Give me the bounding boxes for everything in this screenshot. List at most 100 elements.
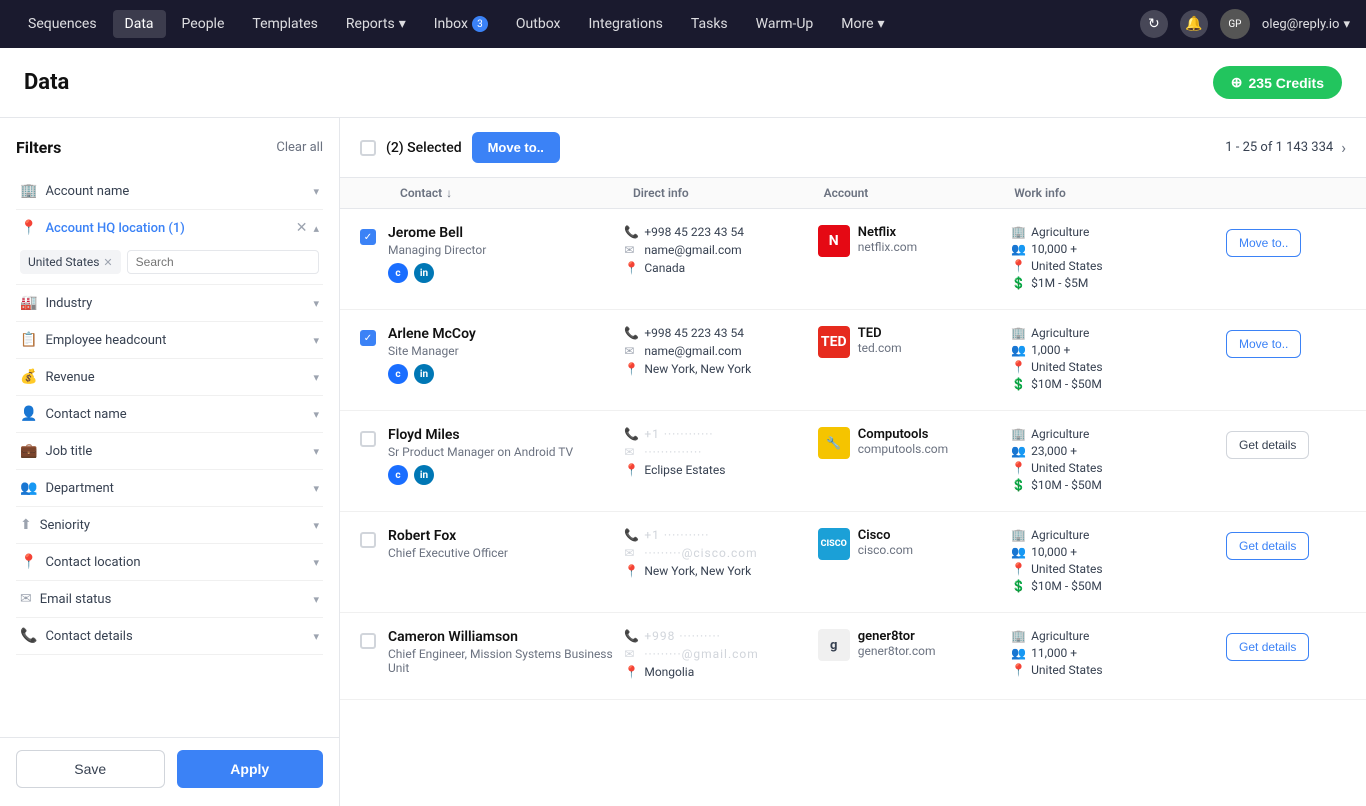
notifications-icon[interactable]: 🔔: [1180, 10, 1208, 38]
credits-button[interactable]: ⊕ 235 Credits: [1213, 66, 1342, 99]
nav-tasks[interactable]: Tasks: [679, 10, 740, 38]
clear-all-button[interactable]: Clear all: [276, 140, 323, 155]
company-logo: TED: [818, 326, 850, 358]
filter-account-name-header[interactable]: 🏢 Account name ▾: [16, 173, 323, 209]
filter-contact-name-header[interactable]: 👤 Contact name ▾: [16, 396, 323, 432]
linkedin-icon[interactable]: in: [414, 263, 434, 283]
direct-info: 📞 +1 ··········· ✉ ·········@cisco.com 📍…: [624, 528, 817, 582]
location-icon: 📍: [1011, 562, 1025, 576]
save-button[interactable]: Save: [16, 750, 165, 788]
get-details-button[interactable]: Get details: [1226, 431, 1309, 459]
filter-seniority: ⬆ Seniority ▾: [16, 507, 323, 544]
nav-inbox[interactable]: Inbox 3: [422, 10, 500, 38]
get-details-button[interactable]: Get details: [1226, 633, 1309, 661]
email-icon: ✉: [624, 546, 638, 560]
industry-icon: 🏢: [1011, 528, 1025, 542]
apply-button[interactable]: Apply: [177, 750, 324, 788]
filter-hq-location-header[interactable]: 📍 Account HQ location (1) ✕ ▴: [16, 210, 323, 246]
linkedin-icon[interactable]: in: [414, 364, 434, 384]
crunchbase-icon[interactable]: c: [388, 364, 408, 384]
seniority-icon: ⬆: [20, 517, 32, 533]
person-icon: 👤: [20, 406, 37, 422]
filter-job-title: 💼 Job title ▾: [16, 433, 323, 470]
headcount-icon: 📋: [20, 332, 37, 348]
filter-industry: 🏭 Industry ▾: [16, 285, 323, 322]
contact-name: Arlene McCoy: [388, 326, 624, 342]
chevron-up-icon: ▴: [313, 222, 319, 235]
filter-tags: United States ✕: [16, 246, 323, 284]
sidebar-footer: Save Apply: [0, 737, 340, 800]
filter-job-title-header[interactable]: 💼 Job title ▾: [16, 433, 323, 469]
contact-title: Site Manager: [388, 344, 624, 358]
filter-headcount-header[interactable]: 📋 Employee headcount ▾: [16, 322, 323, 358]
linkedin-icon[interactable]: in: [414, 465, 434, 485]
filter-revenue-header[interactable]: 💰 Revenue ▾: [16, 359, 323, 395]
sort-icon[interactable]: ↓: [446, 186, 452, 200]
filter-revenue: 💰 Revenue ▾: [16, 359, 323, 396]
company-logo: 🔧: [818, 427, 850, 459]
phone-icon: 📞: [624, 629, 638, 643]
filter-contact-details-header[interactable]: 📞 Contact details ▾: [16, 618, 323, 654]
nav-sequences[interactable]: Sequences: [16, 10, 109, 38]
row-checkbox-4[interactable]: [360, 532, 376, 548]
filter-contact-location-header[interactable]: 📍 Contact location ▾: [16, 544, 323, 580]
work-col: 🏢 Agriculture 👥 1,000 + 📍 United States …: [1011, 326, 1226, 394]
avatar[interactable]: GP: [1220, 9, 1250, 39]
row-checkbox-2[interactable]: ✓: [360, 330, 376, 346]
filter-email-status-header[interactable]: ✉ Email status ▾: [16, 581, 323, 617]
tag-remove-icon[interactable]: ✕: [103, 256, 112, 269]
nav-integrations[interactable]: Integrations: [576, 10, 674, 38]
row-move-to-button[interactable]: Move to..: [1226, 229, 1301, 257]
building-icon: 🏢: [20, 183, 37, 199]
email-icon: ✉: [624, 344, 638, 358]
nav-data[interactable]: Data: [113, 10, 166, 38]
revenue-icon: 💲: [1011, 579, 1025, 593]
filter-industry-header[interactable]: 🏭 Industry ▾: [16, 285, 323, 321]
table-row: ✓ Arlene McCoy Site Manager c in 📞 +998 …: [340, 310, 1366, 411]
company-domain: gener8tor.com: [858, 644, 936, 658]
contact-name: Cameron Williamson: [388, 629, 624, 645]
move-to-button[interactable]: Move to..: [472, 132, 560, 163]
revenue-icon: 💲: [1011, 478, 1025, 492]
location-icon: 📍: [624, 564, 638, 578]
headcount-icon: 👥: [1011, 343, 1025, 357]
filter-department-header[interactable]: 👥 Department ▾: [16, 470, 323, 506]
nav-more[interactable]: More ▾: [829, 10, 896, 38]
filter-contact-details: 📞 Contact details ▾: [16, 618, 323, 655]
refresh-icon[interactable]: ↻: [1140, 10, 1168, 38]
get-details-button[interactable]: Get details: [1226, 532, 1309, 560]
user-menu[interactable]: oleg@reply.io ▾: [1262, 17, 1350, 32]
nav-reports[interactable]: Reports ▾: [334, 10, 418, 38]
company-logo: g: [818, 629, 850, 661]
email-icon: ✉: [624, 445, 638, 459]
company-logo: N: [818, 225, 850, 257]
pagination-text: 1 - 25 of 1 143 334: [1225, 140, 1333, 155]
headcount-icon: 👥: [1011, 242, 1025, 256]
select-all-checkbox[interactable]: [360, 140, 376, 156]
company-domain: computools.com: [858, 442, 948, 456]
row-checkbox-5[interactable]: [360, 633, 376, 649]
location-icon: 📍: [20, 220, 37, 236]
filter-seniority-header[interactable]: ⬆ Seniority ▾: [16, 507, 323, 543]
location-icon: 📍: [624, 665, 638, 679]
row-move-to-button[interactable]: Move to..: [1226, 330, 1301, 358]
filter-contact-location: 📍 Contact location ▾: [16, 544, 323, 581]
chevron-down-icon: ▾: [313, 445, 319, 458]
col-header-account: Account: [824, 186, 1015, 200]
col-header-work-info: Work info: [1014, 186, 1226, 200]
nav-people[interactable]: People: [170, 10, 237, 38]
crunchbase-icon[interactable]: c: [388, 263, 408, 283]
crunchbase-icon[interactable]: c: [388, 465, 408, 485]
nav-warmup[interactable]: Warm-Up: [744, 10, 826, 38]
account-col: TED TED ted.com: [818, 326, 1011, 358]
pagination-next-arrow[interactable]: ›: [1341, 138, 1346, 157]
nav-outbox[interactable]: Outbox: [504, 10, 573, 38]
row-checkbox-1[interactable]: ✓: [360, 229, 376, 245]
remove-filter-icon[interactable]: ✕: [296, 220, 308, 236]
location-search-input[interactable]: [127, 250, 319, 274]
col-header-direct-info: Direct info: [633, 186, 824, 200]
nav-templates[interactable]: Templates: [240, 10, 330, 38]
account-col: CISCO Cisco cisco.com: [818, 528, 1011, 560]
filter-email-status: ✉ Email status ▾: [16, 581, 323, 618]
row-checkbox-3[interactable]: [360, 431, 376, 447]
